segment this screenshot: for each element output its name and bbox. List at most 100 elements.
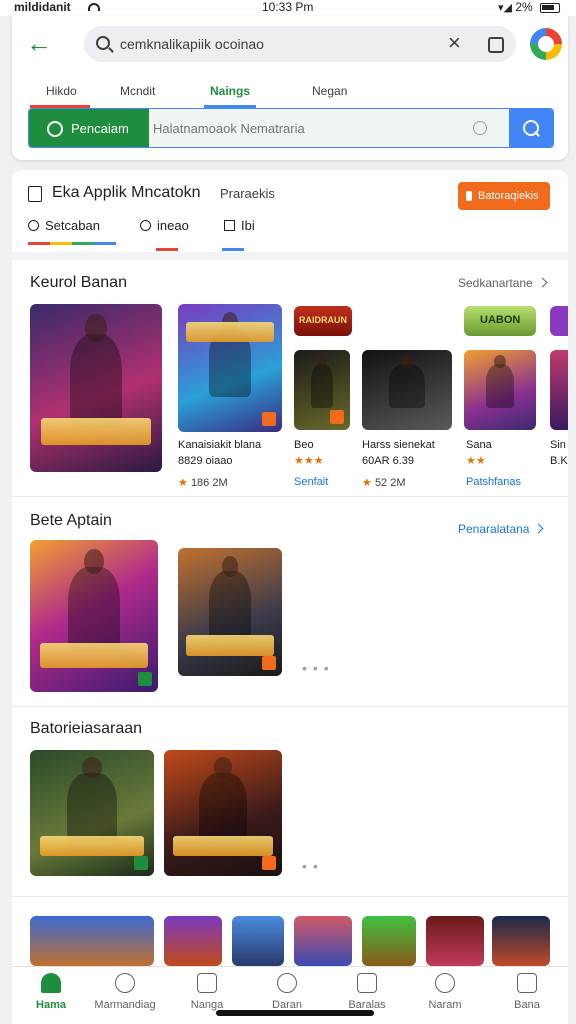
game-thumbnail[interactable] bbox=[30, 540, 158, 692]
game-size: 52 2M bbox=[374, 477, 406, 489]
divider bbox=[12, 252, 568, 260]
game-meta: ★ 52 2M bbox=[362, 476, 406, 489]
rating-stars: ★★★ bbox=[294, 455, 324, 467]
nav-kids[interactable]: Naram bbox=[406, 973, 484, 1011]
game-meta: Senfait bbox=[294, 476, 329, 488]
nav-books[interactable]: Baralas bbox=[328, 973, 406, 1011]
face-icon bbox=[435, 973, 455, 993]
wifi-icon bbox=[88, 3, 100, 11]
main-content: Eka Applik Mncatokn Praraekis Batoraqiek… bbox=[12, 170, 568, 966]
compass-icon bbox=[277, 973, 297, 993]
game-name-line2: 8829 oiaao bbox=[178, 455, 233, 467]
controller-icon bbox=[197, 973, 217, 993]
chip-label: Ibi bbox=[241, 218, 255, 233]
chip-row: Setcaban ineao Ibi bbox=[28, 216, 548, 246]
game-meta: Patshfanas bbox=[466, 476, 522, 488]
header-card: ← cemknalikapiik ocoinao × Hikdo Mcndit … bbox=[12, 16, 568, 160]
game-size: 186 2M bbox=[190, 477, 228, 489]
home-icon bbox=[41, 973, 61, 993]
google-icon[interactable] bbox=[530, 28, 562, 60]
game-thumbnail[interactable] bbox=[362, 916, 416, 966]
book-icon bbox=[357, 973, 377, 993]
game-name: Sin bbox=[550, 439, 566, 451]
tab-negan[interactable]: Negan bbox=[312, 84, 347, 98]
game-tag-banner: UABON bbox=[464, 306, 536, 336]
more-dots: •• bbox=[302, 858, 324, 874]
link-label: Sedkanartane bbox=[458, 276, 533, 290]
nav-profile[interactable]: Bana bbox=[488, 973, 566, 1011]
tab-bar: Hikdo Mcndit Naings Negan bbox=[12, 80, 568, 108]
page-title: Eka Applik Mncatokn bbox=[52, 184, 201, 201]
go-search-button[interactable] bbox=[509, 109, 553, 147]
nav-label: Naram bbox=[428, 999, 462, 1011]
game-thumbnail[interactable] bbox=[464, 350, 536, 430]
tab-hikdo[interactable]: Hikdo bbox=[46, 84, 77, 98]
nav-label: Marmandiag bbox=[94, 999, 156, 1011]
game-thumbnail[interactable] bbox=[30, 750, 154, 876]
divider bbox=[12, 706, 568, 707]
game-name-line2: B.K bbox=[550, 455, 568, 467]
game-rating: ★★★ bbox=[294, 454, 324, 467]
divider bbox=[12, 496, 568, 497]
section-title: Batorieiasaraan bbox=[30, 720, 143, 737]
game-thumbnail[interactable] bbox=[550, 350, 568, 430]
section-link[interactable]: Sedkanartane bbox=[458, 276, 548, 290]
search-bar[interactable]: cemknalikapiik ocoinao × bbox=[84, 26, 516, 62]
game-rating: ★★ bbox=[466, 454, 486, 467]
game-thumbnail[interactable] bbox=[178, 304, 282, 432]
section-title: Keurol Banan bbox=[30, 274, 127, 291]
chip-ibi[interactable]: Ibi bbox=[224, 218, 255, 233]
game-thumbnail[interactable] bbox=[426, 916, 484, 966]
search-button[interactable]: Pencaiam bbox=[29, 109, 149, 147]
action-button[interactable]: Batoraqiekis bbox=[458, 182, 550, 210]
chip-ineao[interactable]: ineao bbox=[140, 218, 189, 233]
search-input[interactable] bbox=[153, 117, 453, 139]
divider bbox=[12, 896, 568, 897]
nav-home[interactable]: Hama bbox=[12, 973, 90, 1011]
game-thumbnail[interactable] bbox=[232, 916, 284, 966]
game-thumbnail[interactable] bbox=[492, 916, 550, 966]
tab-mcndit[interactable]: Mcndit bbox=[120, 84, 155, 98]
game-thumbnail[interactable] bbox=[164, 750, 282, 876]
game-tag-banner: RAIDRAUN bbox=[294, 306, 352, 336]
section-link[interactable]: Penaralatana bbox=[458, 522, 544, 536]
game-thumbnail[interactable] bbox=[164, 916, 222, 966]
game-name-line2: 60AR 6.39 bbox=[362, 455, 414, 467]
game-thumbnail[interactable] bbox=[294, 916, 352, 966]
game-tag-banner bbox=[550, 306, 568, 336]
game-name: Sana bbox=[466, 439, 492, 451]
game-name: Harss sienekat bbox=[362, 439, 435, 451]
chip-indicator bbox=[222, 248, 244, 251]
nav-apps[interactable]: Daran bbox=[248, 973, 326, 1011]
game-thumbnail[interactable] bbox=[294, 350, 350, 430]
search-icon bbox=[140, 220, 151, 231]
more-dots: ••• bbox=[302, 660, 335, 676]
chip-setcaban[interactable]: Setcaban bbox=[28, 218, 100, 233]
chip-label: Setcaban bbox=[45, 218, 100, 233]
profile-icon bbox=[517, 973, 537, 993]
status-right: ▾◢ 2% bbox=[498, 0, 560, 14]
search-icon bbox=[115, 973, 135, 993]
game-meta: ★ 186 2M bbox=[178, 476, 228, 489]
home-indicator[interactable] bbox=[216, 1010, 374, 1016]
rating-stars: ★ bbox=[178, 477, 188, 489]
game-thumbnail[interactable] bbox=[30, 916, 154, 966]
game-name: Kanaisiakit blana bbox=[178, 439, 262, 451]
bag-icon[interactable] bbox=[488, 37, 504, 53]
square-icon bbox=[224, 220, 235, 231]
link-label: Penaralatana bbox=[458, 522, 530, 536]
chip-indicator bbox=[156, 248, 178, 251]
game-thumbnail[interactable] bbox=[30, 304, 162, 472]
game-thumbnail[interactable] bbox=[362, 350, 452, 430]
game-name: Beo bbox=[294, 439, 314, 451]
nav-games[interactable]: Nanga bbox=[168, 973, 246, 1011]
chevron-right-icon bbox=[537, 277, 548, 288]
search-query[interactable]: cemknalikapiik ocoinao bbox=[120, 36, 264, 52]
filter-search-bar: Pencaiam bbox=[28, 108, 554, 148]
tag-label: UABON bbox=[480, 314, 521, 326]
game-thumbnail[interactable] bbox=[178, 548, 282, 676]
back-arrow-icon[interactable]: ← bbox=[26, 30, 52, 56]
tab-naings[interactable]: Naings bbox=[210, 84, 250, 98]
close-icon[interactable]: × bbox=[448, 30, 461, 56]
nav-search[interactable]: Marmandiag bbox=[86, 973, 164, 1011]
